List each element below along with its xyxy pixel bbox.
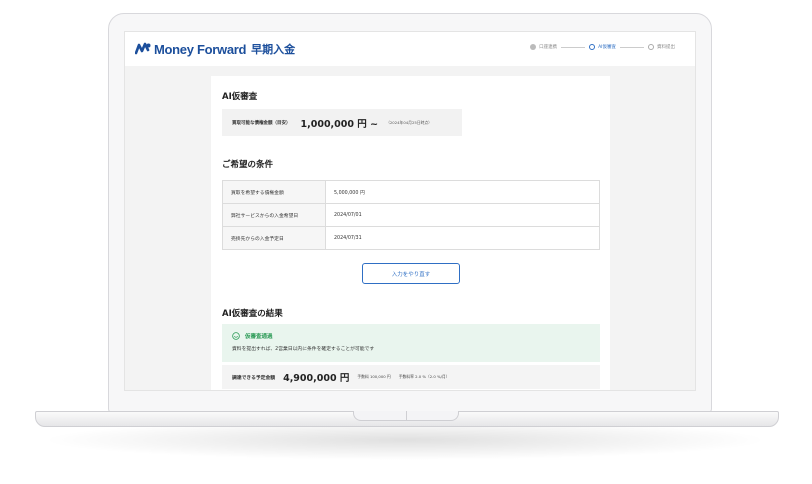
fund-amount-value: 4,900,000 円 bbox=[283, 373, 350, 384]
step-todo-icon bbox=[648, 44, 654, 50]
step-ai-review: AI仮審査 bbox=[589, 44, 616, 50]
laptop-screen: Money Forward 早期入金 口座連携 AI仮審査 資料提出 AI仮審査 bbox=[124, 31, 696, 391]
conditions-table: 買取を希望する債権金額 5,000,000 円 弊社サービスからの入金希望日 2… bbox=[222, 180, 600, 250]
ai-review-title: AI仮審査 bbox=[222, 92, 258, 102]
step-label: 資料提出 bbox=[657, 45, 675, 50]
pass-status-title: 仮審査通過 bbox=[245, 334, 273, 340]
purchase-limit-box: 買取可能な債権金額（目安） 1,000,000 円 ~ （2024年04月25日… bbox=[222, 109, 462, 136]
brand-name: Money Forward bbox=[154, 41, 247, 57]
result-title: AI仮審査の結果 bbox=[222, 309, 283, 319]
review-pass-box: 仮審査通過 資料を提出すれば、2営業日以内に条件を確定することが可能です bbox=[222, 324, 600, 362]
table-row: 買取を希望する債権金額 5,000,000 円 bbox=[222, 180, 600, 204]
product-name: 早期入金 bbox=[251, 43, 296, 56]
purchase-limit-label: 買取可能な債権金額（目安） bbox=[232, 120, 291, 126]
step-label: 口座連携 bbox=[539, 45, 558, 50]
purchase-limit-amount: 1,000,000 円 ~ bbox=[300, 118, 379, 130]
step-document-submit: 資料提出 bbox=[648, 44, 675, 50]
fee-amount: 手数料 100,000 円 bbox=[357, 374, 391, 379]
table-row: 弊社サービスからの入金希望日 2024/07/01 bbox=[222, 203, 600, 227]
pass-head: 仮審査通過 bbox=[232, 332, 590, 340]
smile-icon bbox=[232, 332, 240, 340]
step-connector bbox=[561, 46, 586, 48]
fund-amount-label: 調達できる予定金額 bbox=[232, 375, 276, 381]
step-label: AI仮審査 bbox=[598, 45, 616, 50]
money-forward-logo-icon bbox=[135, 42, 151, 55]
condition-value: 5,000,000 円 bbox=[325, 180, 600, 204]
table-row: 売掛先からの入金予定日 2024/07/31 bbox=[222, 226, 600, 250]
pass-status-description: 資料を提出すれば、2営業日以内に条件を確定することが可能です bbox=[232, 347, 375, 352]
fund-amount-box: 調達できる予定金額 4,900,000 円 手数料 100,000 円 手数料率… bbox=[222, 365, 600, 389]
brand[interactable]: Money Forward 早期入金 bbox=[135, 41, 295, 57]
condition-value: 2024/07/01 bbox=[325, 203, 600, 227]
step-connector bbox=[620, 46, 644, 48]
progress-steps: 口座連携 AI仮審査 資料提出 bbox=[530, 44, 675, 50]
condition-key: 売掛先からの入金予定日 bbox=[222, 226, 326, 250]
condition-value: 2024/07/31 bbox=[325, 226, 600, 250]
main-panel: AI仮審査 買取可能な債権金額（目安） 1,000,000 円 ~ （2024年… bbox=[211, 76, 610, 390]
condition-key: 買取を希望する債権金額 bbox=[222, 180, 326, 204]
redo-input-button[interactable]: 入力をやり直す bbox=[362, 263, 460, 284]
fee-rate: 手数料率 2.0 %（2.0 %/月） bbox=[398, 374, 450, 379]
step-done-icon bbox=[530, 44, 537, 50]
conditions-title: ご希望の条件 bbox=[222, 160, 274, 170]
step-active-icon bbox=[589, 44, 596, 50]
laptop-notch-divider bbox=[406, 411, 407, 421]
step-account-link: 口座連携 bbox=[530, 44, 557, 50]
purchase-limit-note: （2024年04月25日時点） bbox=[386, 119, 432, 125]
condition-key: 弊社サービスからの入金希望日 bbox=[222, 203, 326, 227]
app-header: Money Forward 早期入金 口座連携 AI仮審査 資料提出 bbox=[125, 32, 695, 66]
